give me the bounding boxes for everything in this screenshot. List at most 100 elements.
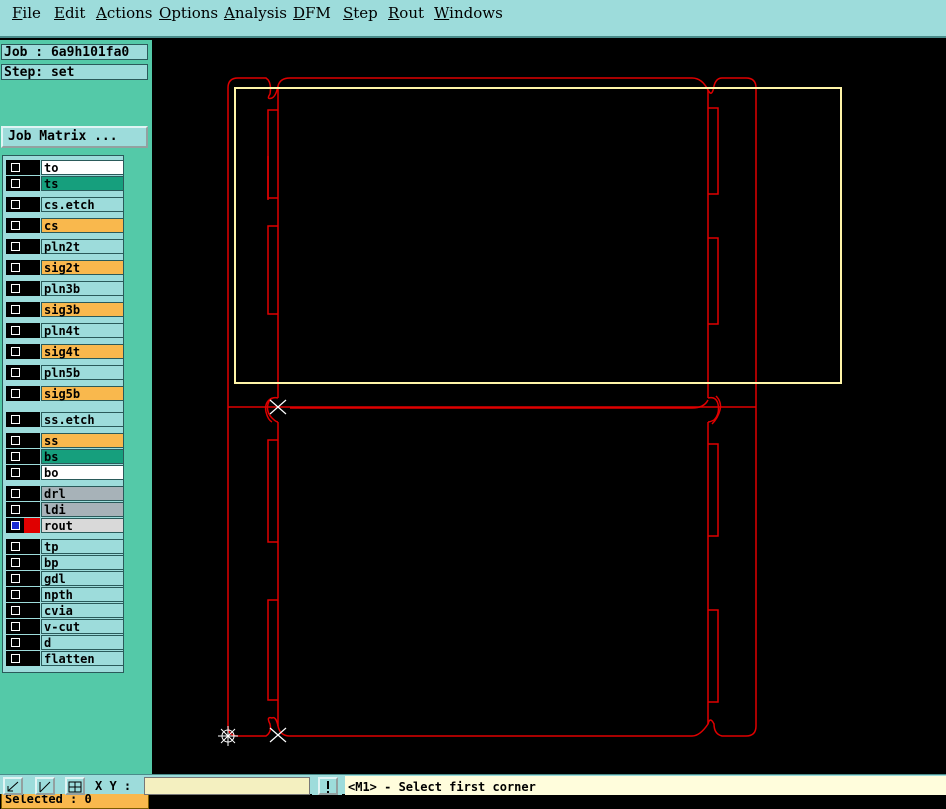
layer-row-npth[interactable]: npth xyxy=(6,587,124,602)
layer-checkbox[interactable] xyxy=(6,539,24,554)
layer-color-swatch[interactable] xyxy=(24,555,40,570)
layer-checkbox[interactable] xyxy=(6,486,24,501)
xy-input[interactable] xyxy=(144,777,310,795)
layer-row-cs.etch[interactable]: cs.etch xyxy=(6,197,124,212)
layer-row-d[interactable]: d xyxy=(6,635,124,650)
layer-row-pln4t[interactable]: pln4t xyxy=(6,323,124,338)
layer-checkbox[interactable] xyxy=(6,218,24,233)
layer-name[interactable]: sig3b xyxy=(41,302,124,317)
layer-name[interactable]: cs.etch xyxy=(41,197,124,212)
layer-checkbox[interactable] xyxy=(6,651,24,666)
layer-color-swatch[interactable] xyxy=(24,412,40,427)
layer-name[interactable]: flatten xyxy=(41,651,124,666)
layer-color-swatch[interactable] xyxy=(24,281,40,296)
layer-checkbox[interactable] xyxy=(6,449,24,464)
layer-name[interactable]: bs xyxy=(41,449,124,464)
layer-name[interactable]: pln5b xyxy=(41,365,124,380)
layer-row-bs[interactable]: bs xyxy=(6,449,124,464)
layer-row-rout[interactable]: rout xyxy=(6,518,124,533)
zoom-tool-button[interactable] xyxy=(3,777,23,795)
layer-color-swatch[interactable] xyxy=(24,433,40,448)
layer-color-swatch[interactable] xyxy=(24,539,40,554)
layer-color-swatch[interactable] xyxy=(24,651,40,666)
layer-name[interactable]: npth xyxy=(41,587,124,602)
layer-name[interactable]: pln3b xyxy=(41,281,124,296)
layer-name[interactable]: tp xyxy=(41,539,124,554)
menu-dfm[interactable]: DFM xyxy=(293,4,331,22)
layer-color-swatch[interactable] xyxy=(24,218,40,233)
layer-row-cvia[interactable]: cvia xyxy=(6,603,124,618)
menu-rout[interactable]: Rout xyxy=(388,4,424,22)
layer-row-pln3b[interactable]: pln3b xyxy=(6,281,124,296)
layer-row-sig5b[interactable]: sig5b xyxy=(6,386,124,401)
layer-name[interactable]: gdl xyxy=(41,571,124,586)
alert-button[interactable] xyxy=(318,777,338,795)
layer-checkbox[interactable] xyxy=(6,619,24,634)
graphics-canvas[interactable] xyxy=(152,40,946,774)
layer-checkbox[interactable] xyxy=(6,571,24,586)
layer-color-swatch[interactable] xyxy=(24,502,40,517)
menu-windows[interactable]: Windows xyxy=(434,4,503,22)
layer-row-pln2t[interactable]: pln2t xyxy=(6,239,124,254)
layer-color-swatch[interactable] xyxy=(24,465,40,480)
layer-color-swatch[interactable] xyxy=(24,176,40,191)
layer-name[interactable]: drl xyxy=(41,486,124,501)
layer-color-swatch[interactable] xyxy=(24,302,40,317)
layer-row-ldi[interactable]: ldi xyxy=(6,502,124,517)
layer-checkbox[interactable] xyxy=(6,160,24,175)
layer-color-swatch[interactable] xyxy=(24,386,40,401)
menu-analysis[interactable]: Analysis xyxy=(224,4,287,22)
layer-checkbox[interactable] xyxy=(6,302,24,317)
layer-row-flatten[interactable]: flatten xyxy=(6,651,124,666)
layer-checkbox[interactable] xyxy=(6,587,24,602)
layer-color-swatch[interactable] xyxy=(24,486,40,501)
layer-name[interactable]: cvia xyxy=(41,603,124,618)
layer-name[interactable]: to xyxy=(41,160,124,175)
layer-row-sig2t[interactable]: sig2t xyxy=(6,260,124,275)
layer-name[interactable]: ldi xyxy=(41,502,124,517)
layer-checkbox[interactable] xyxy=(6,433,24,448)
layer-row-bo[interactable]: bo xyxy=(6,465,124,480)
layer-checkbox[interactable] xyxy=(6,412,24,427)
layer-color-swatch[interactable] xyxy=(24,197,40,212)
layer-row-v-cut[interactable]: v-cut xyxy=(6,619,124,634)
layer-name[interactable]: pln4t xyxy=(41,323,124,338)
layer-color-swatch[interactable] xyxy=(24,635,40,650)
menu-step[interactable]: Step xyxy=(343,4,378,22)
layer-row-sig3b[interactable]: sig3b xyxy=(6,302,124,317)
layer-name[interactable]: ss.etch xyxy=(41,412,124,427)
layer-checkbox[interactable] xyxy=(6,365,24,380)
layer-color-swatch[interactable] xyxy=(24,160,40,175)
layer-checkbox[interactable] xyxy=(6,518,24,533)
layer-name[interactable]: bp xyxy=(41,555,124,570)
layer-checkbox[interactable] xyxy=(6,344,24,359)
layer-checkbox[interactable] xyxy=(6,603,24,618)
job-matrix-button[interactable]: Job Matrix ... xyxy=(1,126,148,148)
layer-color-swatch[interactable] xyxy=(24,323,40,338)
layer-checkbox[interactable] xyxy=(6,465,24,480)
layer-name[interactable]: bo xyxy=(41,465,124,480)
layer-row-ss[interactable]: ss xyxy=(6,433,124,448)
layer-row-tp[interactable]: tp xyxy=(6,539,124,554)
layer-checkbox[interactable] xyxy=(6,555,24,570)
layer-row-cs[interactable]: cs xyxy=(6,218,124,233)
layer-color-swatch[interactable] xyxy=(24,619,40,634)
layer-color-swatch[interactable] xyxy=(24,260,40,275)
grid-tool-button[interactable] xyxy=(65,777,85,795)
layer-checkbox[interactable] xyxy=(6,281,24,296)
layer-row-to[interactable]: to xyxy=(6,160,124,175)
menu-actions[interactable]: Actions xyxy=(96,4,152,22)
layer-name[interactable]: sig5b xyxy=(41,386,124,401)
layer-row-ts[interactable]: ts xyxy=(6,176,124,191)
layer-color-swatch[interactable] xyxy=(24,603,40,618)
layer-checkbox[interactable] xyxy=(6,386,24,401)
layer-checkbox[interactable] xyxy=(6,260,24,275)
menu-edit[interactable]: Edit xyxy=(54,4,85,22)
layer-row-bp[interactable]: bp xyxy=(6,555,124,570)
layer-name[interactable]: d xyxy=(41,635,124,650)
layer-checkbox[interactable] xyxy=(6,635,24,650)
layer-name[interactable]: cs xyxy=(41,218,124,233)
layer-checkbox[interactable] xyxy=(6,239,24,254)
layer-checkbox[interactable] xyxy=(6,197,24,212)
layer-color-swatch[interactable] xyxy=(24,449,40,464)
